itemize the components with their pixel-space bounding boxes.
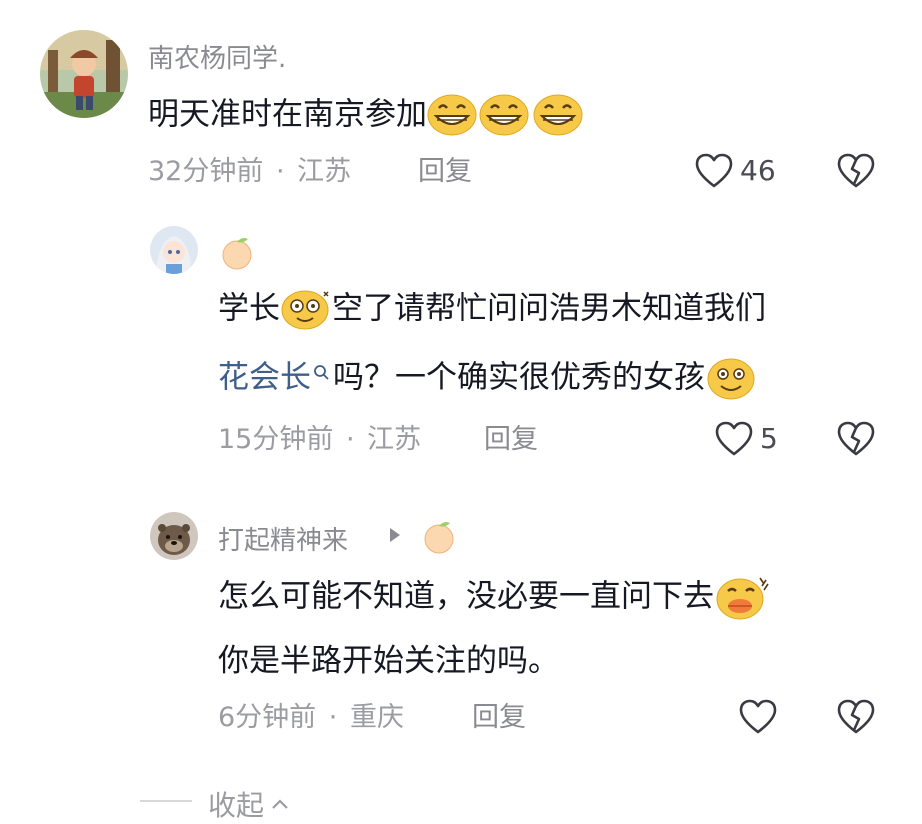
- comment-time: 32分钟前: [148, 156, 264, 187]
- comment-text: 学长 空了请帮忙问问浩男木知道我们: [218, 288, 766, 330]
- dizzy-smile-emoji-icon: [281, 290, 329, 330]
- collapse-divider: [140, 800, 192, 802]
- collapse-label: 收起: [208, 789, 265, 822]
- heart-icon: [715, 421, 753, 456]
- like-count: 46: [740, 154, 776, 187]
- grin-emoji-icon: [427, 94, 477, 136]
- broken-heart-icon: [837, 699, 875, 734]
- comment-body: 明天准时在南京参加: [148, 96, 427, 133]
- dislike-button[interactable]: [836, 698, 876, 736]
- comment-meta: 32分钟前 · 江苏: [148, 158, 351, 185]
- otter-icon: [150, 512, 198, 560]
- play-triangle-icon: [390, 528, 400, 542]
- peach-badge-icon: [424, 522, 454, 554]
- comment-text-line2: 花会长 吗？一个确实很优秀的女孩: [218, 356, 757, 400]
- comment-meta: 6分钟前 · 重庆: [218, 704, 404, 731]
- comment-body-line1b: 空了请帮忙问问浩男木知道我们: [332, 290, 766, 327]
- mention-link[interactable]: 花会长: [218, 360, 311, 396]
- comment-meta: 15分钟前 · 江苏: [218, 426, 421, 453]
- grin-emoji-icon: [479, 94, 529, 136]
- badge: [218, 234, 256, 270]
- collapse-button[interactable]: 收起: [208, 784, 290, 824]
- comment-location: 江苏: [297, 156, 352, 187]
- grin-emoji-icon: [533, 94, 583, 136]
- smile-emoji-icon: [707, 358, 755, 400]
- avatar-nannong[interactable]: [40, 30, 128, 118]
- like-count: 5: [760, 422, 778, 455]
- comment-time: 6分钟前: [218, 702, 317, 733]
- dislike-button[interactable]: [836, 152, 876, 190]
- comment-location: 江苏: [367, 424, 422, 455]
- like-button[interactable]: 46: [694, 152, 776, 190]
- anime-girl-icon: [150, 226, 198, 274]
- reply-button[interactable]: 回复: [418, 158, 472, 185]
- kiss-emoji-icon: [716, 577, 769, 620]
- reply-arrow: [388, 526, 402, 544]
- like-button[interactable]: 5: [714, 420, 778, 458]
- comment-location: 重庆: [349, 702, 404, 733]
- comment-text-line2: 你是半路开始关注的吗。: [218, 643, 559, 679]
- peach-badge-icon: [222, 238, 252, 270]
- meta-separator: ·: [328, 702, 338, 733]
- broken-heart-icon: [837, 421, 875, 456]
- like-button[interactable]: [738, 698, 778, 736]
- avatar-reply-1[interactable]: [150, 226, 198, 274]
- comment-time: 15分钟前: [218, 424, 334, 455]
- chevron-up-icon: [272, 799, 288, 809]
- avatar-dagijingshen[interactable]: [150, 512, 198, 560]
- boy-character-icon: [40, 30, 128, 118]
- comment-body-line1a: 学长: [218, 290, 280, 327]
- heart-icon: [739, 699, 777, 734]
- meta-separator: ·: [275, 156, 285, 187]
- comment-username[interactable]: 打起精神来: [218, 520, 348, 557]
- comment-username[interactable]: 南农杨同学.: [148, 38, 286, 75]
- reply-button[interactable]: 回复: [472, 704, 526, 731]
- dislike-button[interactable]: [836, 420, 876, 458]
- meta-separator: ·: [345, 424, 355, 455]
- comment-text: 怎么可能不知道，没必要一直问下去: [218, 574, 770, 620]
- badge: [420, 518, 458, 554]
- heart-icon: [695, 153, 733, 188]
- comment-body-line1: 怎么可能不知道，没必要一直问下去: [218, 578, 714, 615]
- search-icon[interactable]: [311, 361, 333, 395]
- reply-button[interactable]: 回复: [484, 426, 538, 453]
- comment-body-line2b: 吗？一个确实很优秀的女孩: [333, 359, 705, 396]
- broken-heart-icon: [837, 153, 875, 188]
- comment-text: 明天准时在南京参加: [148, 94, 585, 136]
